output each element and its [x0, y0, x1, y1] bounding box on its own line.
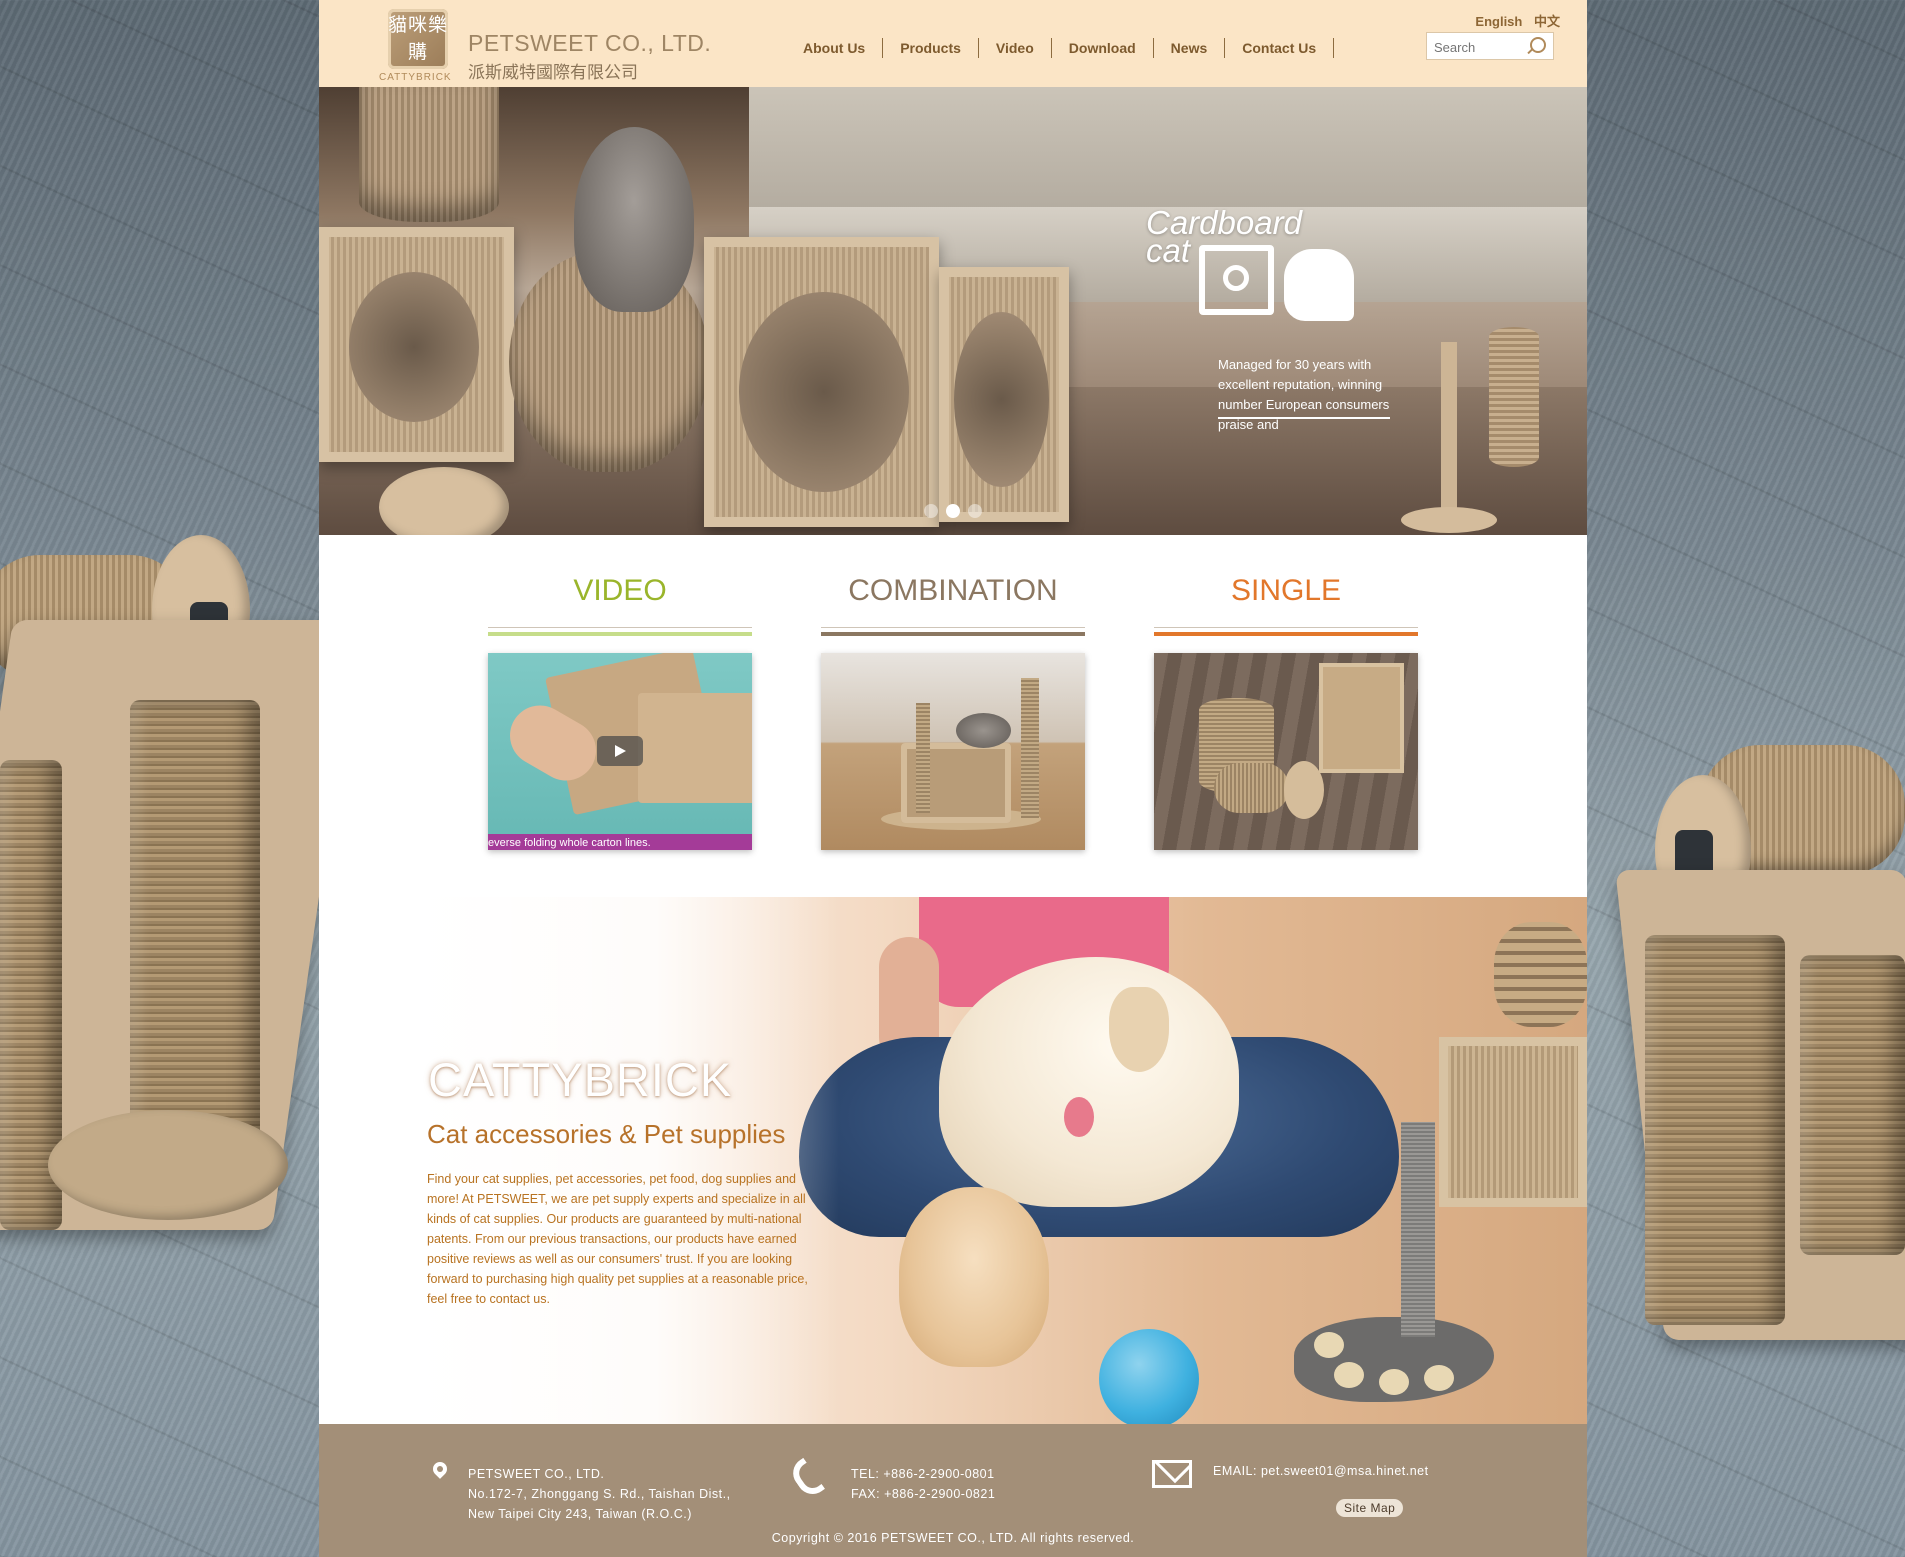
- phone-icon: [792, 1458, 824, 1494]
- footer-fax: FAX: +886-2-2900-0821: [851, 1487, 996, 1501]
- nav-products[interactable]: Products: [883, 38, 979, 58]
- hero-divider: [1218, 417, 1390, 419]
- cardboard-cube: [1439, 1037, 1587, 1207]
- carousel-dot-3[interactable]: [968, 504, 982, 518]
- hero-text: Managed for 30 years with excellent repu…: [1218, 357, 1390, 432]
- site-header: 貓咪樂購 CATTYBRICK PETSWEET CO., LTD. 派斯威特國…: [319, 0, 1587, 87]
- logo-subtext: CATTYBRICK: [379, 72, 452, 83]
- category-single-title[interactable]: SINGLE: [1154, 570, 1418, 612]
- carousel-dot-2[interactable]: [946, 504, 960, 518]
- hero-pole-base: [1401, 507, 1497, 533]
- dog-image: [939, 957, 1239, 1207]
- cat-silhouette-icon: [1284, 249, 1354, 321]
- sitemap-button[interactable]: Site Map: [1336, 1499, 1404, 1517]
- category-combination[interactable]: COMBINATION: [821, 570, 1085, 850]
- page-container: 貓咪樂購 CATTYBRICK PETSWEET CO., LTD. 派斯威特國…: [319, 0, 1587, 1557]
- hero-cube-center: [704, 237, 939, 527]
- about-section: CATTYBRICK Cat accessories & Pet supplie…: [319, 897, 1587, 1424]
- carousel-dots: [924, 504, 982, 518]
- about-subtitle: Cat accessories & Pet supplies: [427, 1119, 786, 1149]
- address-line: No.172-7, Zhonggang S. Rd., Taishan Dist…: [468, 1487, 731, 1501]
- footer-copyright: Copyright © 2016 PETSWEET CO., LTD. All …: [771, 1531, 1135, 1545]
- main-navigation: About Us Products Video Download News Co…: [786, 38, 1335, 58]
- site-footer: PETSWEET CO., LTD. No.172-7, Zhonggang S…: [319, 1424, 1587, 1557]
- yarn-ball: [1099, 1329, 1199, 1424]
- company-name[interactable]: PETSWEET CO., LTD.: [468, 30, 711, 57]
- logo-mark[interactable]: 貓咪樂購: [388, 9, 448, 69]
- footer-email[interactable]: EMAIL: pet.sweet01@msa.hinet.net: [1213, 1464, 1429, 1478]
- category-single-thumbnail[interactable]: [1154, 653, 1418, 850]
- lang-chinese[interactable]: 中文: [1534, 14, 1560, 29]
- lang-english[interactable]: English: [1475, 14, 1522, 29]
- nav-news[interactable]: News: [1154, 38, 1226, 58]
- about-title: CATTYBRICK: [428, 1053, 733, 1106]
- paw-scratcher-base: [1294, 1317, 1494, 1402]
- nav-about-us[interactable]: About Us: [786, 38, 884, 58]
- category-single[interactable]: SINGLE: [1154, 570, 1418, 850]
- company-name-chinese[interactable]: 派斯威特國際有限公司: [468, 58, 638, 83]
- location-pin-icon: [430, 1459, 450, 1479]
- cardboard-rings: [1494, 922, 1587, 1027]
- kitten-image: [899, 1187, 1049, 1367]
- language-switcher: English 中文: [1467, 11, 1560, 30]
- nav-download[interactable]: Download: [1052, 38, 1154, 58]
- hero-banner: Cardboard cat Managed for 30 years with …: [319, 87, 1587, 535]
- address-line: PETSWEET CO., LTD.: [468, 1467, 605, 1481]
- hero-cube-left: [319, 227, 514, 462]
- category-combination-thumbnail[interactable]: [821, 653, 1085, 850]
- category-section: VIDEO everse folding whole carton lines.…: [319, 535, 1587, 897]
- dog-ear: [1109, 987, 1169, 1072]
- category-video-rule: [488, 632, 752, 636]
- dog-tongue: [1064, 1097, 1094, 1137]
- search-icon[interactable]: [1530, 37, 1546, 53]
- category-video-title[interactable]: VIDEO: [488, 570, 752, 612]
- footer-tel: TEL: +886-2-2900-0801: [851, 1467, 995, 1481]
- hero-tube-top: [359, 87, 499, 222]
- hero-scratch-pole: [1441, 342, 1457, 527]
- hero-cat: [574, 127, 694, 312]
- box-icon: [1199, 245, 1274, 315]
- carousel-dot-1[interactable]: [924, 504, 938, 518]
- about-description: Find your cat supplies, pet accessories,…: [427, 1172, 808, 1306]
- category-video-thumbnail[interactable]: everse folding whole carton lines.: [488, 653, 752, 850]
- hero-scratch-roll: [1489, 327, 1539, 467]
- search-box: [1426, 32, 1554, 60]
- category-combination-title[interactable]: COMBINATION: [821, 570, 1085, 612]
- footer-address: PETSWEET CO., LTD. No.172-7, Zhonggang S…: [468, 1464, 731, 1524]
- paw-scratcher-pole: [1401, 1122, 1435, 1337]
- nav-contact-us[interactable]: Contact Us: [1225, 38, 1335, 58]
- play-icon[interactable]: [597, 736, 643, 766]
- mail-icon: [1152, 1460, 1192, 1488]
- category-video[interactable]: VIDEO everse folding whole carton lines.: [488, 570, 752, 850]
- footer-phone: TEL: +886-2-2900-0801 FAX: +886-2-2900-0…: [851, 1464, 995, 1504]
- about-fade: [319, 897, 839, 1424]
- hero-cube-right: [939, 267, 1069, 522]
- category-combination-rule: [821, 632, 1085, 636]
- address-line: New Taipei City 243, Taiwan (R.O.C.): [468, 1507, 692, 1521]
- search-input[interactable]: [1432, 34, 1530, 60]
- nav-video[interactable]: Video: [979, 38, 1052, 58]
- video-caption: everse folding whole carton lines.: [488, 837, 651, 849]
- category-single-rule: [1154, 632, 1418, 636]
